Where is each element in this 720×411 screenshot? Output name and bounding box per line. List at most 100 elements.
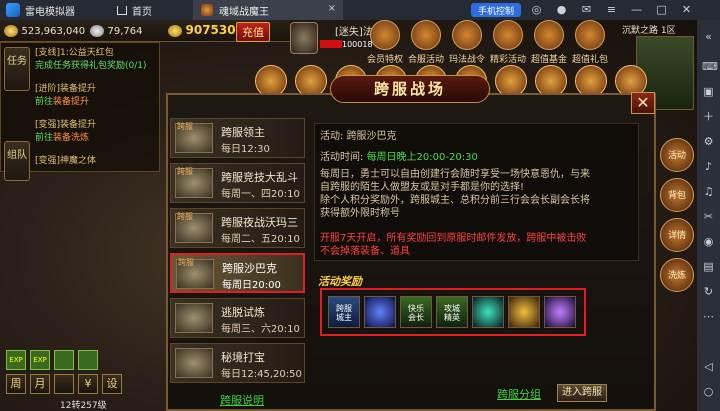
- task-title: [支线]1:公益天红包: [35, 48, 114, 58]
- task-entry[interactable]: [支线]1:公益天红包 完成任务获得礼包奖励(0/1): [35, 45, 147, 71]
- sync-icon[interactable]: ↻: [702, 285, 715, 298]
- value-fund-button[interactable]: 超值基金: [530, 20, 568, 68]
- reward-item[interactable]: [472, 296, 504, 328]
- volume-down-icon[interactable]: ♫: [702, 185, 715, 198]
- reward-item[interactable]: 快乐 会长: [400, 296, 432, 328]
- reward-item[interactable]: [544, 296, 576, 328]
- buff-icon[interactable]: [78, 350, 98, 370]
- bag-shortcut[interactable]: 背包: [660, 178, 694, 212]
- silver-icon: [90, 25, 104, 37]
- buff-icon[interactable]: [54, 350, 74, 370]
- more-icon[interactable]: ⋯: [702, 310, 715, 323]
- weekly-button[interactable]: 周: [6, 374, 26, 394]
- emulator-sidebar: « ⌨ ▣ ＋ ⚙ ♪ ♫ ✂ ◉ ▤ ↻ ⋯ ◁ ○: [697, 20, 720, 411]
- task-entry[interactable]: [变强]装备提升 前往装备洗炼: [35, 117, 96, 143]
- charge-button[interactable]: 充值: [236, 22, 270, 42]
- emulator-titlebar: 雷电模拟器 首页 魂域战魔王 × 手机控制 ◎ ● ✉ ≡ — □ ✕: [0, 0, 720, 20]
- settings-button[interactable]: 设: [102, 374, 122, 394]
- refine-shortcut[interactable]: 洗炼: [660, 258, 694, 292]
- event-tag: 跨服: [178, 258, 194, 267]
- screen-icon[interactable]: ▣: [702, 85, 715, 98]
- settings-icon[interactable]: ⚙: [702, 135, 715, 148]
- task-entry[interactable]: [变强]神魔之体: [35, 153, 96, 166]
- value-fund-icon: [534, 20, 564, 50]
- event-item-selected[interactable]: 跨服 跨服沙巴克 每周日20:00: [170, 253, 305, 293]
- event-item[interactable]: 跨服 跨服夜战沃玛三 每周二、五20:10: [170, 208, 305, 248]
- event-item[interactable]: 秘境打宝 每日12:45,20:50: [170, 343, 305, 383]
- cross-server-group-link[interactable]: 跨服分组: [497, 386, 541, 402]
- guild-icon[interactable]: [290, 22, 318, 54]
- back-icon[interactable]: ◁: [702, 360, 715, 373]
- expand-icon[interactable]: «: [702, 30, 715, 43]
- team-tab[interactable]: 组队: [4, 141, 30, 181]
- vip-privilege-icon: [370, 20, 400, 50]
- vip-privilege-button[interactable]: 会员特权: [366, 20, 404, 68]
- event-description: 每周日，勇士可以自由创建行会随时享受一场快意恩仇，与来 自跨服的陌生人做盟友或是…: [320, 168, 590, 220]
- event-name: 秘境打宝: [221, 351, 265, 364]
- screenshot-icon[interactable]: ✂: [702, 210, 715, 223]
- event-item[interactable]: 跨服 跨服领主 每日12:30: [170, 118, 305, 158]
- gamepad-icon[interactable]: ◎: [530, 3, 543, 16]
- close-window-icon[interactable]: ✕: [680, 3, 693, 16]
- player-level: 12转257级: [60, 401, 107, 411]
- event-tag: 跨服: [177, 167, 193, 176]
- activity-name: 跨服沙巴克: [346, 131, 397, 142]
- menu-icon[interactable]: ≡: [605, 3, 618, 16]
- activity-label: 活动:: [320, 131, 344, 142]
- activity-shortcut[interactable]: 活动: [660, 138, 694, 172]
- task-subtitle-prefix: 前往: [35, 97, 54, 107]
- close-dialog-button[interactable]: ✕: [631, 92, 655, 114]
- reward-item[interactable]: [508, 296, 540, 328]
- event-time: 每周日20:00: [222, 280, 281, 291]
- value-pack-button[interactable]: 超值礼包: [571, 20, 609, 68]
- reward-item[interactable]: [364, 296, 396, 328]
- task-link[interactable]: 装备洗炼: [53, 133, 89, 143]
- task-entry[interactable]: [进阶]装备提升 前往装备提升: [35, 81, 96, 107]
- enter-cross-server-button[interactable]: 进入跨服: [557, 384, 607, 402]
- value-pack-icon: [575, 20, 605, 50]
- dialog-title: 跨服战场: [330, 75, 490, 103]
- event-list: 跨服 跨服领主 每日12:30 跨服 跨服竞技大乱斗 每周一、四20:10 跨服…: [170, 118, 305, 388]
- restore-window-icon[interactable]: □: [655, 3, 668, 16]
- record-icon[interactable]: ◉: [702, 235, 715, 248]
- time-value: 每周日晚上20:00-20:30: [366, 152, 478, 163]
- keyboard-icon[interactable]: ⌨: [702, 60, 718, 73]
- folder-icon[interactable]: ▤: [702, 260, 715, 273]
- merge-event-label: 合服活动: [407, 55, 444, 65]
- reward-list: 跨服 城主 快乐 会长 攻城 精英: [320, 288, 586, 336]
- user-icon[interactable]: ●: [555, 3, 568, 16]
- phone-control-button[interactable]: 手机控制: [471, 3, 521, 17]
- detail-shortcut[interactable]: 详情: [660, 218, 694, 252]
- featured-events-button[interactable]: 精彩活动: [489, 20, 527, 68]
- exp-buff-icon[interactable]: EXP: [6, 350, 26, 370]
- reward-item[interactable]: 攻城 精英: [436, 296, 468, 328]
- task-link[interactable]: 装备提升: [53, 97, 89, 107]
- home-nav-icon[interactable]: ○: [702, 385, 715, 398]
- top-activity-icons: 会员特权 合服活动 玛法战令 精彩活动 超值基金 超值礼包: [366, 20, 609, 68]
- recharge-button[interactable]: ¥: [78, 374, 98, 394]
- minimize-window-icon[interactable]: —: [630, 3, 643, 16]
- volume-up-icon[interactable]: ♪: [702, 160, 715, 173]
- phone-control-label: 手机控制: [477, 6, 514, 17]
- event-item[interactable]: 逃脱试炼 每周三、六20:10: [170, 298, 305, 338]
- extra-button[interactable]: [54, 374, 74, 394]
- cross-server-explain-link[interactable]: 跨服说明: [220, 392, 264, 408]
- event-item[interactable]: 跨服 跨服竞技大乱斗 每周一、四20:10: [170, 163, 305, 203]
- exp-buff-icon[interactable]: EXP: [30, 350, 50, 370]
- emulator-app-name: 雷电模拟器: [25, 6, 75, 18]
- yuanbao-amount: 907530: [185, 23, 236, 37]
- yuanbao-display: 907530: [168, 23, 236, 37]
- merge-event-button[interactable]: 合服活动: [407, 20, 445, 68]
- game-tab[interactable]: 魂域战魔王 ×: [193, 0, 343, 20]
- close-tab-icon[interactable]: ×: [328, 3, 336, 14]
- event-item-icon: [175, 303, 213, 333]
- event-warning: 开服7天开启，所有奖励回到原服时邮件发放，跨服中被击败 不会掉落装备、道具: [320, 232, 586, 258]
- gold-display: 523,963,040: [4, 24, 85, 37]
- mail-icon[interactable]: ✉: [580, 3, 593, 16]
- home-tab[interactable]: 首页: [117, 3, 187, 18]
- plus-icon[interactable]: ＋: [702, 110, 715, 123]
- battle-pass-button[interactable]: 玛法战令: [448, 20, 486, 68]
- reward-item[interactable]: 跨服 城主: [328, 296, 360, 328]
- task-tab[interactable]: 任务: [4, 47, 30, 91]
- monthly-button[interactable]: 月: [30, 374, 50, 394]
